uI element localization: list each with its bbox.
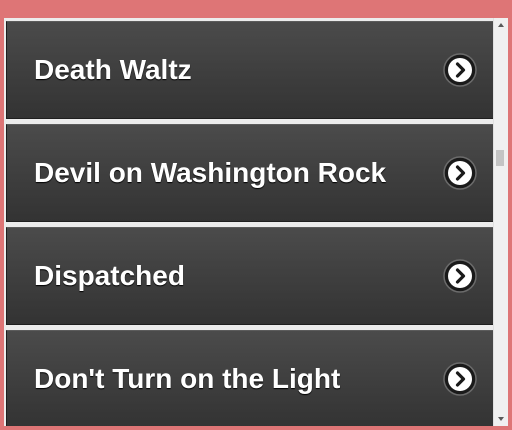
list-item-devil-on-washington-rock[interactable]: Devil on Washington Rock: [6, 124, 494, 222]
list-item-dispatched[interactable]: Dispatched: [6, 227, 494, 325]
list-item-label: Devil on Washington Rock: [34, 157, 387, 188]
chevron-right-circle-icon: [443, 53, 477, 87]
list-item-dont-turn-on-the-light[interactable]: Don't Turn on the Light: [6, 330, 494, 426]
chevron-right-circle-icon: [443, 362, 477, 396]
song-list: Death Waltz Devil on Washington Rock Dis…: [4, 18, 494, 426]
list-item-label: Dispatched: [34, 260, 185, 291]
vertical-scrollbar[interactable]: [493, 18, 508, 426]
chevron-right-circle-icon: [443, 156, 477, 190]
chevron-right-circle-icon: [443, 259, 477, 293]
scroll-down-arrow-icon[interactable]: [494, 412, 508, 426]
scrollbar-thumb[interactable]: [496, 150, 504, 166]
list-item-death-waltz[interactable]: Death Waltz: [6, 21, 494, 119]
list-item-label: Don't Turn on the Light: [34, 363, 341, 394]
app-frame: Death Waltz Devil on Washington Rock Dis…: [0, 0, 512, 430]
scroll-up-arrow-icon[interactable]: [494, 18, 508, 32]
list-item-label: Death Waltz: [34, 54, 192, 85]
